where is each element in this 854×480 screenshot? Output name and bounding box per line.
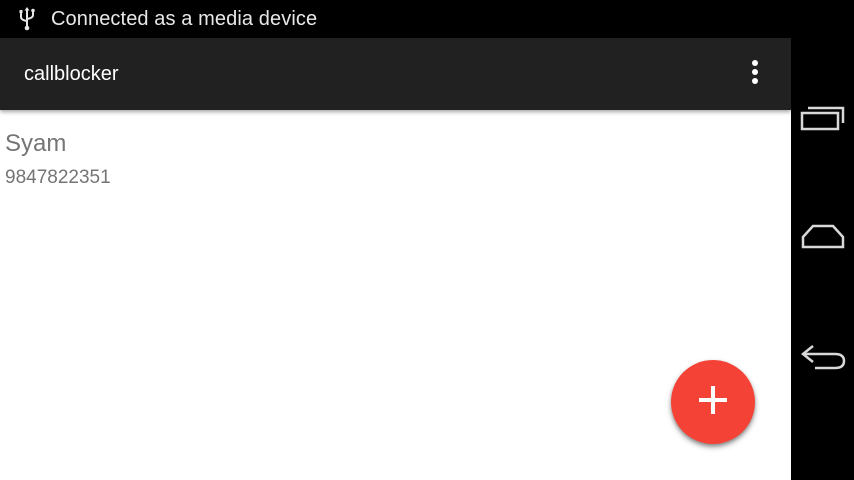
home-button[interactable] [797,212,849,264]
device-screen: Connected as a media device callblocker … [0,0,854,480]
add-icon [698,385,728,420]
status-bar: Connected as a media device [0,0,791,38]
overflow-menu-button[interactable] [739,58,771,90]
contact-list-item[interactable]: Syam 9847822351 [0,110,791,200]
home-icon [800,222,846,255]
overflow-menu-icon [751,59,759,90]
add-contact-fab[interactable] [671,360,755,444]
app-toolbar: callblocker [0,38,791,110]
recent-apps-button[interactable] [797,94,849,146]
back-button[interactable] [797,333,849,385]
back-icon [799,342,847,377]
app-window: callblocker Syam 9847822351 [0,38,791,480]
contact-name: Syam [5,130,67,157]
recent-apps-icon [800,104,846,137]
usb-icon [16,6,38,32]
navigation-bar [791,0,854,480]
status-notification-text: Connected as a media device [51,7,318,30]
app-title: callblocker [24,62,119,85]
contact-number: 9847822351 [5,167,111,188]
